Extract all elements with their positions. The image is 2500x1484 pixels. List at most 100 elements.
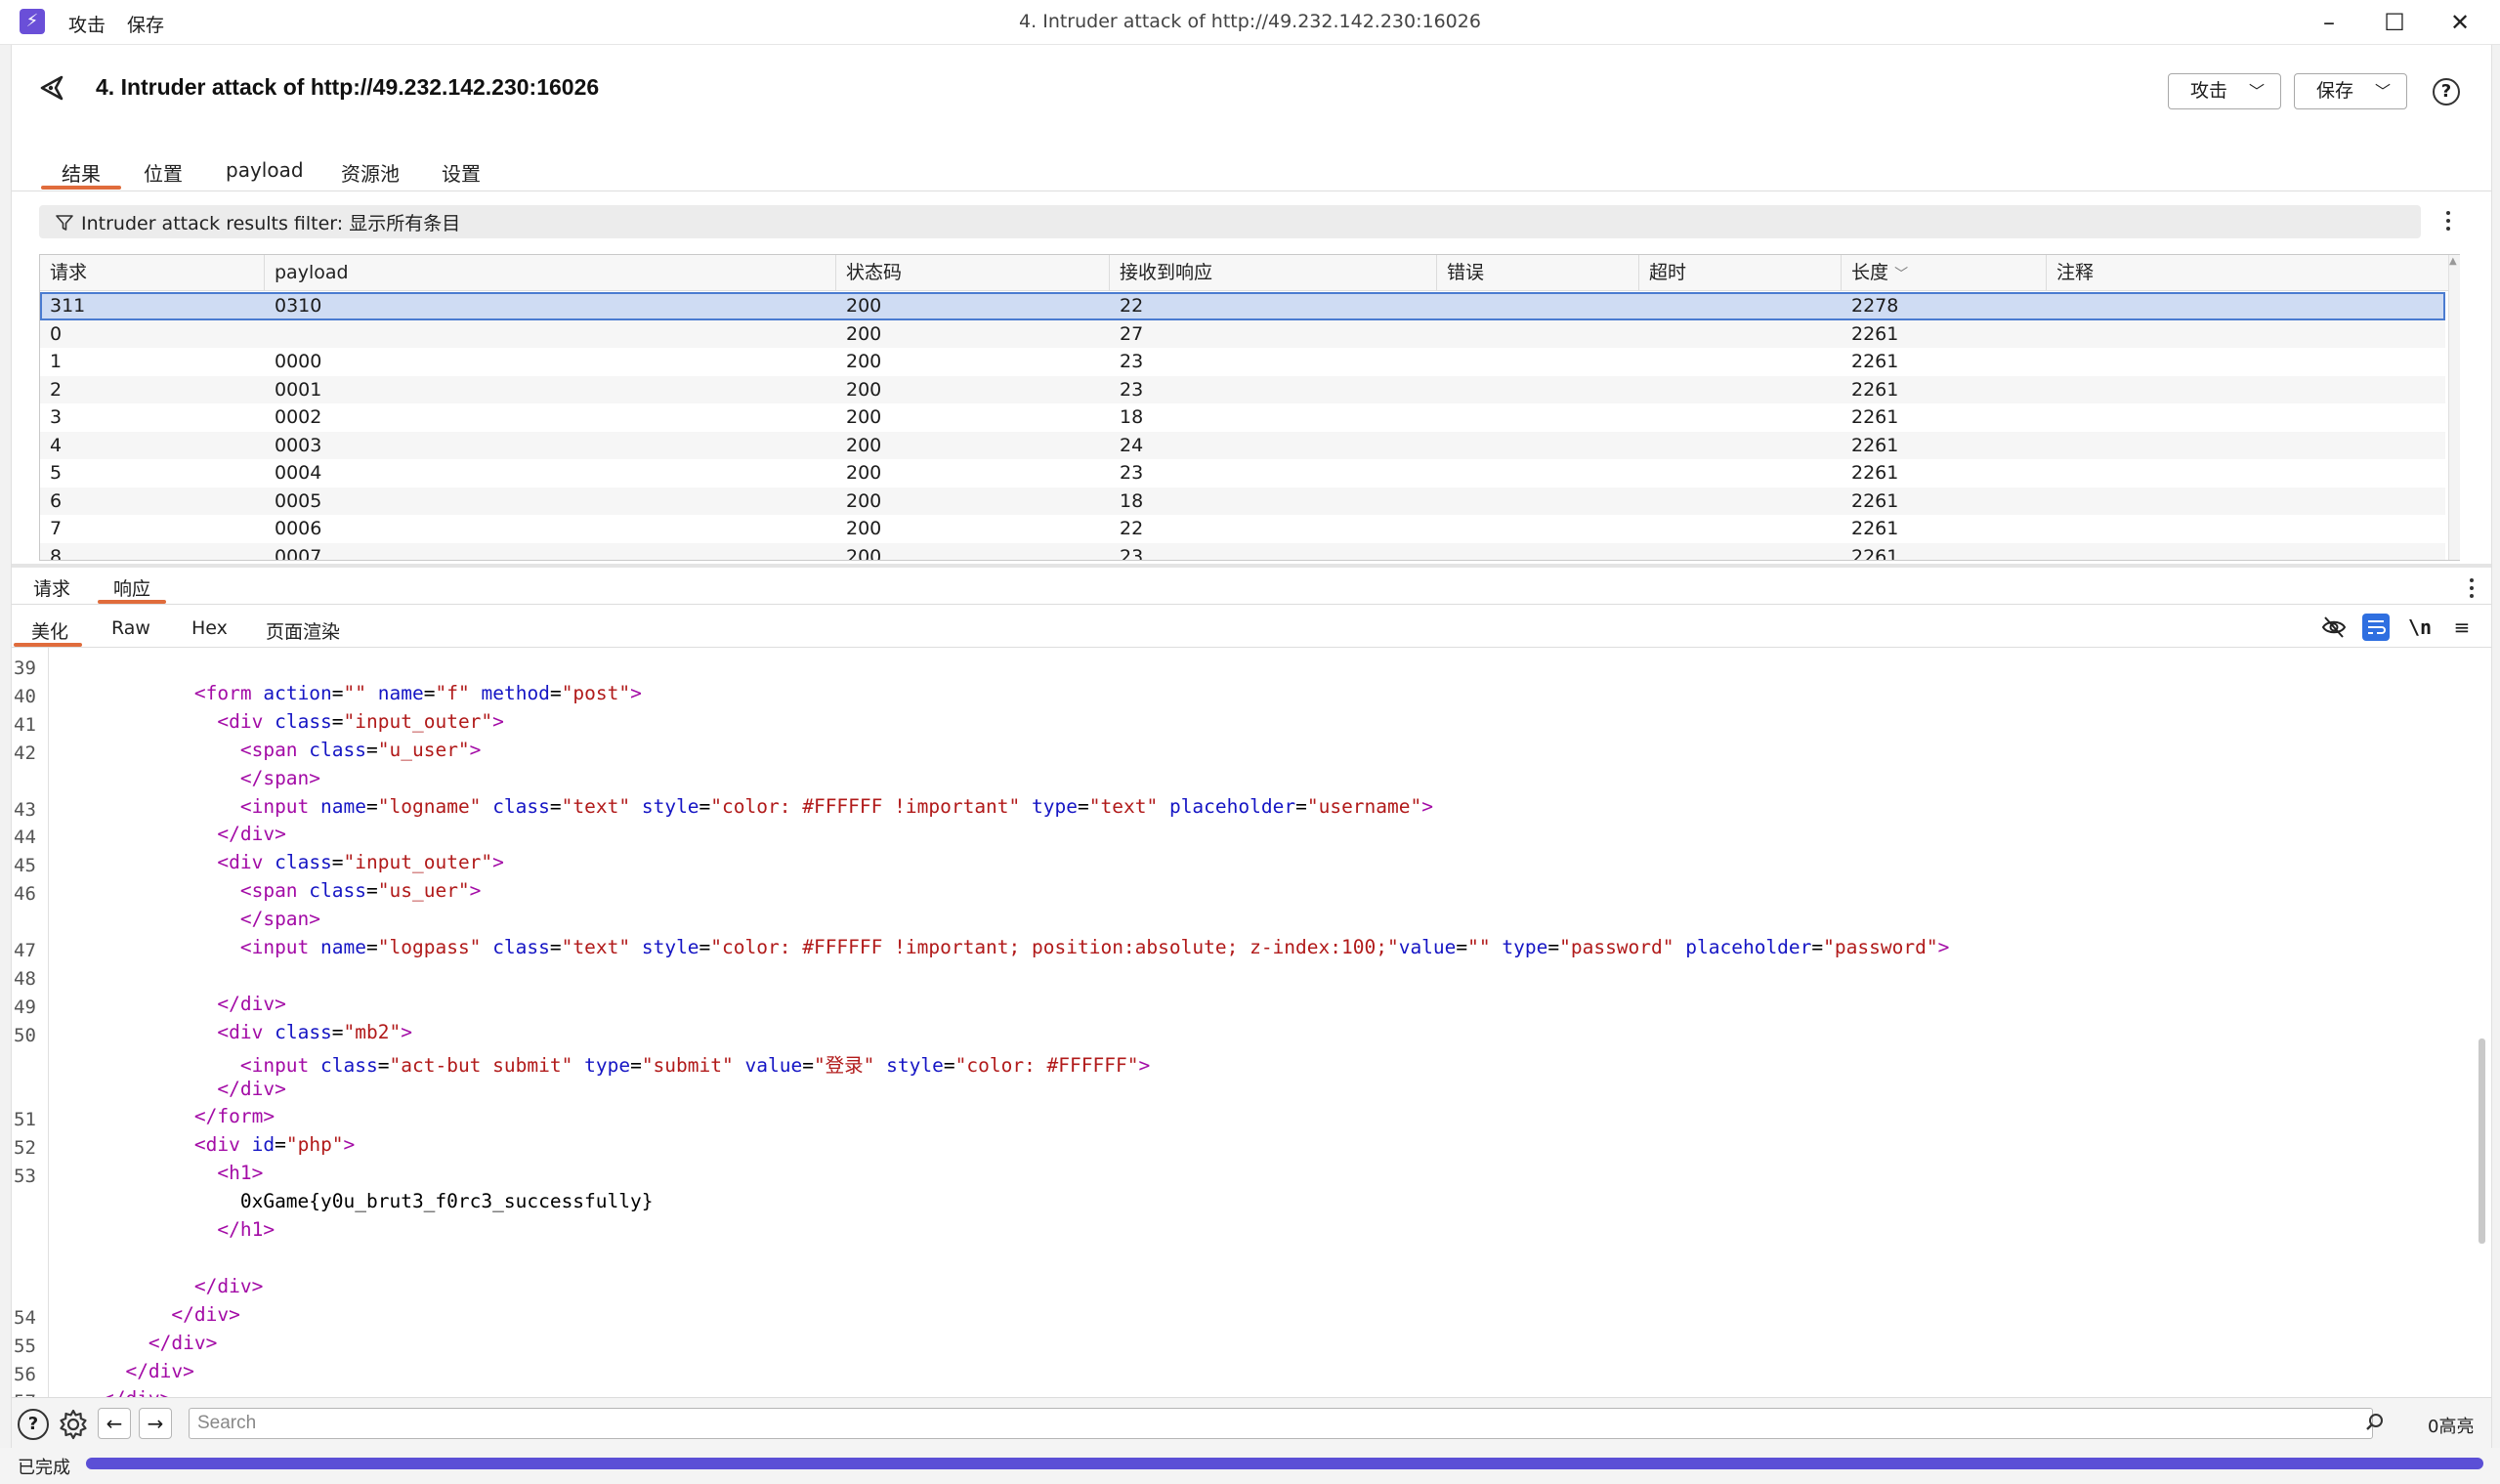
view-tab-pretty[interactable]: 美化 xyxy=(31,617,68,644)
table-row[interactable]: 6 0005 200 18 2261 xyxy=(40,487,2445,516)
message-tabs-divider xyxy=(12,604,2491,605)
column-header-error[interactable]: 错误 xyxy=(1437,255,1639,291)
tab-positions[interactable]: 位置 xyxy=(142,158,185,187)
attack-dropdown-button[interactable]: 攻击 ﹀ xyxy=(2168,73,2281,109)
code-line: </div> xyxy=(217,1077,286,1100)
table-cell xyxy=(2047,543,2056,560)
tab-settings[interactable]: 设置 xyxy=(440,158,483,187)
table-cell: 200 xyxy=(846,518,882,540)
column-header-payload[interactable]: payload xyxy=(265,255,836,291)
column-header-status[interactable]: 状态码 xyxy=(836,255,1110,291)
table-cell: 0002 xyxy=(275,406,322,429)
view-tab-raw[interactable]: Raw xyxy=(111,617,150,639)
table-cell xyxy=(1639,348,1649,376)
progress-bar-fill xyxy=(86,1458,2483,1469)
sort-descending-icon: ﹀ xyxy=(1894,267,1909,282)
search-input[interactable] xyxy=(189,1408,2373,1439)
filter-icon xyxy=(56,215,73,231)
left-edge xyxy=(0,45,12,1484)
next-match-button[interactable]: → xyxy=(139,1408,172,1439)
table-cell: 23 xyxy=(1120,378,1144,401)
pane-splitter[interactable] xyxy=(12,564,2491,568)
table-row[interactable]: 4 0003 200 24 2261 xyxy=(40,431,2445,460)
code-line: </div> xyxy=(125,1359,194,1382)
column-header-length[interactable]: 长度 ﹀ xyxy=(1842,255,2047,291)
table-cell: 8 xyxy=(50,545,63,561)
editor-scrollbar-thumb[interactable] xyxy=(2479,1039,2485,1244)
table-cell: 2261 xyxy=(1851,518,1899,540)
line-number: 39 xyxy=(14,657,36,679)
table-cell: 200 xyxy=(846,434,882,456)
code-line: <span class="u_user"> xyxy=(239,738,482,761)
table-row[interactable]: 5 0004 200 23 2261 xyxy=(40,459,2445,488)
help-icon[interactable]: ? xyxy=(18,1409,49,1440)
table-cell: 200 xyxy=(846,406,882,429)
menu-icon[interactable]: ≡ xyxy=(2448,614,2476,641)
table-cell: 2261 xyxy=(1851,434,1899,456)
help-icon[interactable]: ? xyxy=(2433,78,2460,106)
line-number: 44 xyxy=(14,827,36,849)
table-cell xyxy=(2047,376,2056,404)
line-number: 52 xyxy=(14,1137,36,1160)
table-row[interactable]: 7 0006 200 22 2261 xyxy=(40,515,2445,543)
table-row[interactable]: 2 0001 200 23 2261 xyxy=(40,375,2445,404)
response-options-icon[interactable] xyxy=(2468,578,2476,602)
table-cell: 6 xyxy=(50,489,63,512)
line-number-gutter: 39404142434445464748495051525354555657 xyxy=(12,648,49,1397)
table-row[interactable]: 8 0007 200 23 2261 xyxy=(40,542,2445,561)
tab-resource-pool[interactable]: 资源池 xyxy=(339,158,402,187)
table-cell xyxy=(1437,376,1447,404)
table-row[interactable]: 0 200 27 2261 xyxy=(40,319,2445,349)
table-header: 请求 payload 状态码 接收到响应 错误 超时 长度 ﹀ 注释 xyxy=(40,255,2459,291)
response-editor[interactable]: 39404142434445464748495051525354555657 <… xyxy=(12,648,2491,1397)
table-cell: 0005 xyxy=(275,489,322,512)
table-cell xyxy=(1437,515,1447,543)
status-text: 已完成 xyxy=(18,1458,70,1478)
close-icon[interactable]: ✕ xyxy=(2431,4,2489,41)
code-line: </div> xyxy=(217,823,286,846)
tab-request[interactable]: 请求 xyxy=(33,574,70,601)
scroll-up-arrow-icon[interactable]: ▲ xyxy=(2449,256,2459,267)
line-number: 50 xyxy=(14,1024,36,1046)
table-row[interactable]: 3 0002 200 18 2261 xyxy=(40,403,2445,432)
line-number: 42 xyxy=(14,742,36,764)
column-header-request[interactable]: 请求 xyxy=(40,255,265,291)
table-cell xyxy=(1437,292,1447,320)
table-cell xyxy=(1437,320,1447,349)
table-cell xyxy=(1437,543,1447,560)
table-row[interactable]: 1 0000 200 23 2261 xyxy=(40,348,2445,376)
minimize-icon[interactable]: – xyxy=(2300,4,2358,41)
column-header-comment[interactable]: 注释 xyxy=(2047,255,2459,291)
newline-icon[interactable]: \n xyxy=(2405,614,2435,641)
view-tab-render[interactable]: 页面渲染 xyxy=(266,617,340,644)
line-number: 54 xyxy=(14,1306,36,1329)
table-cell xyxy=(2047,320,2056,349)
table-cell xyxy=(2047,432,2056,460)
chevron-down-icon: ﹀ xyxy=(2374,82,2391,101)
table-cell: 0003 xyxy=(275,434,322,456)
save-dropdown-button[interactable]: 保存 ﹀ xyxy=(2294,73,2407,109)
view-tab-hex[interactable]: Hex xyxy=(191,617,228,639)
table-cell: 7 xyxy=(50,518,63,540)
maximize-icon[interactable]: ☐ xyxy=(2365,4,2424,41)
table-cell xyxy=(1437,488,1447,516)
line-number: 49 xyxy=(14,996,36,1018)
previous-match-button[interactable]: ← xyxy=(98,1408,131,1439)
column-header-timeout[interactable]: 超时 xyxy=(1639,255,1842,291)
line-number: 51 xyxy=(14,1109,36,1131)
eye-off-icon[interactable] xyxy=(2320,614,2348,641)
tab-payload[interactable]: payload xyxy=(224,158,306,182)
code-line: <form action="" name="f" method="post"> xyxy=(193,681,642,704)
tab-response[interactable]: 响应 xyxy=(113,574,150,601)
table-scrollbar[interactable] xyxy=(2448,255,2460,560)
column-header-response-received[interactable]: 接收到响应 xyxy=(1110,255,1437,291)
tab-results[interactable]: 结果 xyxy=(60,158,103,187)
wrap-icon[interactable] xyxy=(2362,614,2390,641)
settings-gear-icon[interactable] xyxy=(57,1408,90,1441)
table-cell: 5 xyxy=(50,462,63,485)
more-options-icon[interactable] xyxy=(2444,211,2452,234)
code-line: <input name="logpass" class="text" style… xyxy=(239,936,1950,958)
table-cell xyxy=(2047,515,2056,543)
search-icon[interactable] xyxy=(2364,1412,2386,1433)
table-row[interactable]: 311 0310 200 22 2278 xyxy=(40,292,2445,320)
